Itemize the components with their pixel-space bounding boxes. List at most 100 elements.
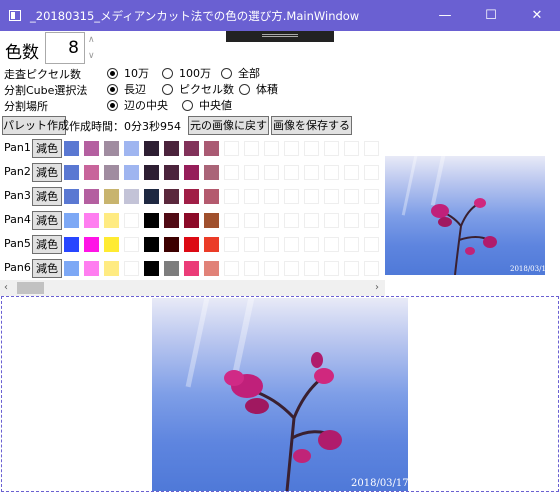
pan-label: Pan6 <box>4 261 31 274</box>
scan-radio-1m[interactable]: 100万 <box>162 65 211 81</box>
empty-swatch <box>364 189 379 204</box>
palette-swatch <box>184 213 199 228</box>
cube-radio-volume[interactable]: 体積 <box>239 81 278 97</box>
minimize-button[interactable]: — <box>422 0 468 31</box>
palette-swatch <box>104 141 119 156</box>
title-bar: _20180315_メディアンカット法での色の選び方.MainWindow — … <box>0 0 560 31</box>
radio-unchecked-icon <box>182 99 193 111</box>
empty-swatch <box>224 141 239 156</box>
palette-swatch <box>124 213 139 228</box>
reduce-color-button[interactable]: 減色 <box>32 259 62 278</box>
reduce-color-button[interactable]: 減色 <box>32 211 62 230</box>
reduce-color-button[interactable]: 減色 <box>32 139 62 158</box>
empty-swatch <box>324 189 339 204</box>
empty-swatch <box>264 261 279 276</box>
horizontal-scrollbar[interactable]: ‹ › <box>0 280 385 296</box>
window-title: _20180315_メディアンカット法での色の選び方.MainWindow <box>30 9 360 23</box>
palette-swatch <box>164 261 179 276</box>
empty-swatch <box>284 189 299 204</box>
app-icon <box>9 10 21 21</box>
creation-time-text: 作成時間：0分3秒954 <box>69 120 181 133</box>
empty-swatch <box>304 165 319 180</box>
palette-swatch <box>124 165 139 180</box>
split-radio-median[interactable]: 中央値 <box>182 97 232 113</box>
palette-swatch <box>164 165 179 180</box>
palette-swatch <box>184 261 199 276</box>
close-button[interactable]: ✕ <box>514 0 560 31</box>
maximize-button[interactable]: ☐ <box>468 0 514 31</box>
palette-swatch <box>204 237 219 252</box>
empty-swatch <box>244 165 259 180</box>
empty-swatch <box>264 237 279 252</box>
scrollbar-thumb[interactable] <box>17 282 44 294</box>
flower-graphic <box>431 198 497 275</box>
spin-up-icon[interactable]: ∧ <box>88 35 95 45</box>
empty-swatch <box>344 141 359 156</box>
palette-swatch <box>204 141 219 156</box>
cube-radio-pixel-count[interactable]: ピクセル数 <box>162 81 234 97</box>
radio-unchecked-icon <box>162 83 173 95</box>
scroll-right-icon[interactable]: › <box>375 280 379 296</box>
empty-swatch <box>224 261 239 276</box>
empty-swatch <box>304 141 319 156</box>
empty-swatch <box>224 237 239 252</box>
palette-swatch <box>144 261 159 276</box>
empty-swatch <box>364 213 379 228</box>
pan-label: Pan3 <box>4 189 31 202</box>
scan-radio-all[interactable]: 全部 <box>221 65 260 81</box>
palette-swatch <box>104 189 119 204</box>
palette-swatch <box>164 237 179 252</box>
palette-swatch <box>184 165 199 180</box>
empty-swatch <box>284 165 299 180</box>
palette-swatch <box>204 213 219 228</box>
scroll-left-icon[interactable]: ‹ <box>4 280 8 296</box>
reduce-color-button[interactable]: 減色 <box>32 163 62 182</box>
color-count-input[interactable]: 8 <box>45 32 85 64</box>
empty-swatch <box>264 213 279 228</box>
palette-swatch <box>64 261 79 276</box>
radio-unchecked-icon <box>162 67 173 79</box>
palette-swatch <box>64 189 79 204</box>
save-image-button[interactable]: 画像を保存する <box>271 116 352 135</box>
palette-swatch <box>104 237 119 252</box>
empty-swatch <box>304 213 319 228</box>
cube-radio-long-edge[interactable]: 長辺 <box>107 81 146 97</box>
empty-swatch <box>244 213 259 228</box>
palette-swatch <box>144 189 159 204</box>
palette-swatch <box>184 237 199 252</box>
empty-swatch <box>264 189 279 204</box>
palette-swatch <box>164 141 179 156</box>
palette-swatch <box>84 261 99 276</box>
palette-swatch <box>204 165 219 180</box>
splitter-grip[interactable] <box>226 31 334 42</box>
restore-image-button[interactable]: 元の画像に戻す <box>188 116 269 135</box>
reduce-color-button[interactable]: 減色 <box>32 187 62 206</box>
split-radio-edge-center[interactable]: 辺の中央 <box>107 97 168 113</box>
empty-swatch <box>284 213 299 228</box>
empty-swatch <box>264 165 279 180</box>
palette-swatch <box>64 237 79 252</box>
palette-swatch <box>104 213 119 228</box>
reduce-color-button[interactable]: 減色 <box>32 235 62 254</box>
palette-swatch <box>124 261 139 276</box>
palette-swatch <box>124 141 139 156</box>
palette-swatch <box>204 189 219 204</box>
spin-down-icon[interactable]: ∨ <box>88 51 95 61</box>
pan-label: Pan1 <box>4 141 31 154</box>
palette-swatch <box>64 165 79 180</box>
palette-swatch <box>144 213 159 228</box>
empty-swatch <box>324 237 339 252</box>
scan-radio-100k[interactable]: 10万 <box>107 65 149 81</box>
palette-swatch <box>144 237 159 252</box>
empty-swatch <box>344 213 359 228</box>
palette-swatch <box>164 213 179 228</box>
empty-swatch <box>364 165 379 180</box>
split-location-label: 分割場所 <box>4 100 48 113</box>
empty-swatch <box>244 189 259 204</box>
create-palette-button[interactable]: パレット作成 <box>2 116 69 135</box>
color-count-spinner[interactable]: ∧ ∨ <box>86 32 100 64</box>
palette-swatch <box>184 189 199 204</box>
palette-swatch <box>144 141 159 156</box>
empty-swatch <box>224 165 239 180</box>
radio-label: 体積 <box>256 83 278 96</box>
